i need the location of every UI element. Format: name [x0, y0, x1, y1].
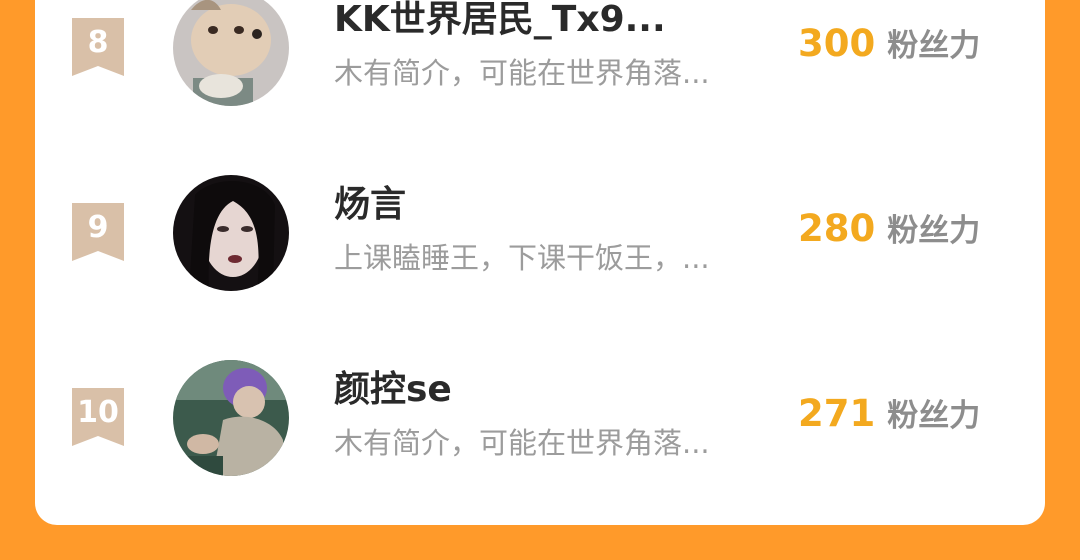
- fan-power-unit: 粉丝力: [887, 398, 981, 434]
- avatar[interactable]: [173, 175, 289, 291]
- rank-number: 10: [77, 395, 119, 430]
- list-item[interactable]: 9 炀言 上课瞌睡王，下课干饭王，... 280 粉丝力: [35, 170, 1045, 320]
- portrait-photo-icon: [173, 175, 289, 291]
- user-name[interactable]: 炀言: [334, 184, 406, 226]
- fan-power: 300 粉丝力: [798, 23, 980, 67]
- rank-badge: 8: [72, 18, 124, 76]
- rank-badge: 10: [72, 388, 124, 446]
- ranking-card: 8 KK世界居民_Tx9... 木有简介，可能在世界角落... 300 粉丝力: [35, 0, 1045, 525]
- rank-number: 8: [87, 25, 109, 60]
- fan-power: 280 粉丝力: [798, 208, 980, 252]
- rank-number: 9: [87, 210, 109, 245]
- user-bio: 上课瞌睡王，下课干饭王，...: [334, 241, 710, 275]
- user-bio: 木有简介，可能在世界角落...: [334, 56, 710, 90]
- user-name[interactable]: 颜控se: [334, 369, 452, 411]
- puppy-photo-icon: [173, 0, 289, 106]
- list-item[interactable]: 10 颜控se 木有简介，可能在世界角落... 271 粉丝力: [35, 355, 1045, 505]
- fan-power-unit: 粉丝力: [887, 213, 981, 249]
- avatar[interactable]: [173, 360, 289, 476]
- fan-power-unit: 粉丝力: [887, 28, 981, 64]
- avatar[interactable]: [173, 0, 289, 106]
- fan-power-score: 271: [798, 392, 876, 435]
- fan-power-score: 300: [798, 22, 876, 65]
- user-bio: 木有简介，可能在世界角落...: [334, 426, 710, 460]
- person-photo-icon: [173, 360, 289, 476]
- fan-power: 271 粉丝力: [798, 393, 980, 437]
- user-name[interactable]: KK世界居民_Tx9...: [334, 0, 666, 41]
- fan-power-score: 280: [798, 207, 876, 250]
- rank-badge: 9: [72, 203, 124, 261]
- list-item[interactable]: 8 KK世界居民_Tx9... 木有简介，可能在世界角落... 300 粉丝力: [35, 0, 1045, 135]
